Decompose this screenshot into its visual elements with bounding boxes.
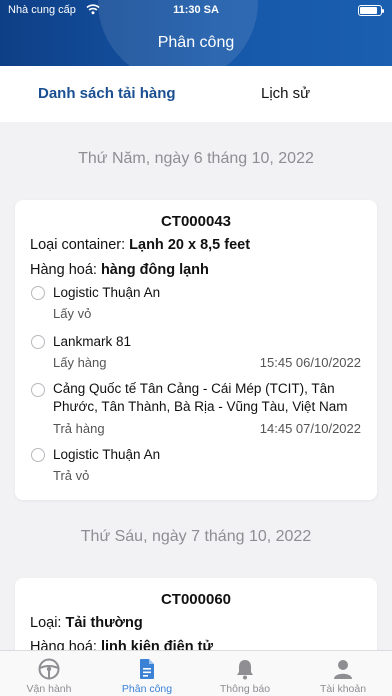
radio-circle-icon[interactable] bbox=[31, 383, 45, 397]
container-type-row: Loại container: Lạnh 20 x 8,5 feet bbox=[30, 237, 250, 253]
steering-wheel-icon bbox=[37, 657, 61, 681]
nav-van-hanh[interactable]: Vận hành bbox=[0, 651, 98, 696]
battery-icon bbox=[358, 5, 384, 16]
container-type-value: Lạnh 20 x 8,5 feet bbox=[129, 237, 251, 253]
stop-name: Logistic Thuận An bbox=[53, 447, 161, 462]
goods-row: Hàng hoá: hàng đông lạnh bbox=[30, 262, 209, 278]
stop-time: 15:45 06/10/2022 bbox=[259, 355, 361, 370]
document-icon bbox=[135, 657, 159, 681]
nav-phan-cong[interactable]: Phân công bbox=[98, 651, 196, 696]
container-type-label: Loại: bbox=[30, 615, 62, 631]
goods-label: Hàng hoá: bbox=[30, 262, 97, 278]
user-icon bbox=[331, 657, 355, 681]
status-bar: Nhà cung cấp 11:30 SA bbox=[0, 0, 392, 20]
stop-name: Cảng Quốc tế Tân Cảng - Cái Mép (TCIT), … bbox=[53, 381, 348, 414]
assignment-card[interactable]: CT000043 Loại container: Lạnh 20 x 8,5 f… bbox=[15, 200, 377, 500]
stop-action: Trả hàng bbox=[53, 421, 105, 436]
goods-value: linh kiện điện tử bbox=[100, 639, 213, 650]
stop-time: 14:45 07/10/2022 bbox=[259, 421, 361, 436]
tab-lich-su[interactable]: Lịch sử bbox=[261, 85, 310, 102]
nav-label: Thông báo bbox=[219, 683, 271, 695]
radio-circle-icon[interactable] bbox=[31, 448, 45, 462]
tab-bar: Danh sách tải hàng Lịch sử bbox=[0, 66, 392, 122]
nav-label: Tài khoản bbox=[319, 683, 367, 695]
nav-label: Vận hành bbox=[26, 683, 72, 695]
container-type-row: Loại: Tải thường bbox=[30, 615, 143, 631]
container-type-value: Tải thường bbox=[65, 615, 143, 631]
nav-label: Phân công bbox=[121, 683, 173, 695]
app-header: Nhà cung cấp 11:30 SA Phân công bbox=[0, 0, 392, 66]
stop-action: Lấy vỏ bbox=[53, 306, 92, 321]
nav-thong-bao[interactable]: Thông báo bbox=[196, 651, 294, 696]
stop-action: Trả vỏ bbox=[53, 468, 90, 483]
tab-danh-sach-tai-hang[interactable]: Danh sách tải hàng bbox=[38, 85, 176, 102]
status-time: 11:30 SA bbox=[173, 4, 219, 16]
stop-name: Logistic Thuận An bbox=[53, 285, 161, 300]
radio-circle-icon[interactable] bbox=[31, 335, 45, 349]
assignment-list[interactable]: Thứ Năm, ngày 6 tháng 10, 2022 CT000043 … bbox=[0, 122, 392, 650]
goods-value: hàng đông lạnh bbox=[100, 262, 209, 278]
stop-action: Lấy hàng bbox=[53, 355, 107, 370]
goods-row: Hàng hoá: linh kiện điện tử bbox=[30, 639, 213, 650]
bell-icon bbox=[233, 657, 257, 681]
bottom-nav: Vận hành Phân công Thông báo Tài khoản bbox=[0, 650, 392, 696]
date-header: Thứ Năm, ngày 6 tháng 10, 2022 bbox=[78, 150, 314, 167]
container-code: CT000060 bbox=[160, 591, 232, 608]
container-code: CT000043 bbox=[160, 213, 232, 230]
assignment-card[interactable]: CT000060 Loại: Tải thường Hàng hoá: linh… bbox=[15, 578, 377, 650]
page-title: Phân công bbox=[157, 34, 235, 51]
nav-tai-khoan[interactable]: Tài khoản bbox=[294, 651, 392, 696]
stop-name: Lankmark 81 bbox=[53, 334, 132, 349]
goods-label: Hàng hoá: bbox=[30, 639, 97, 650]
radio-circle-icon[interactable] bbox=[31, 286, 45, 300]
container-type-label: Loại container: bbox=[30, 237, 126, 253]
date-header: Thứ Sáu, ngày 7 tháng 10, 2022 bbox=[80, 528, 312, 545]
